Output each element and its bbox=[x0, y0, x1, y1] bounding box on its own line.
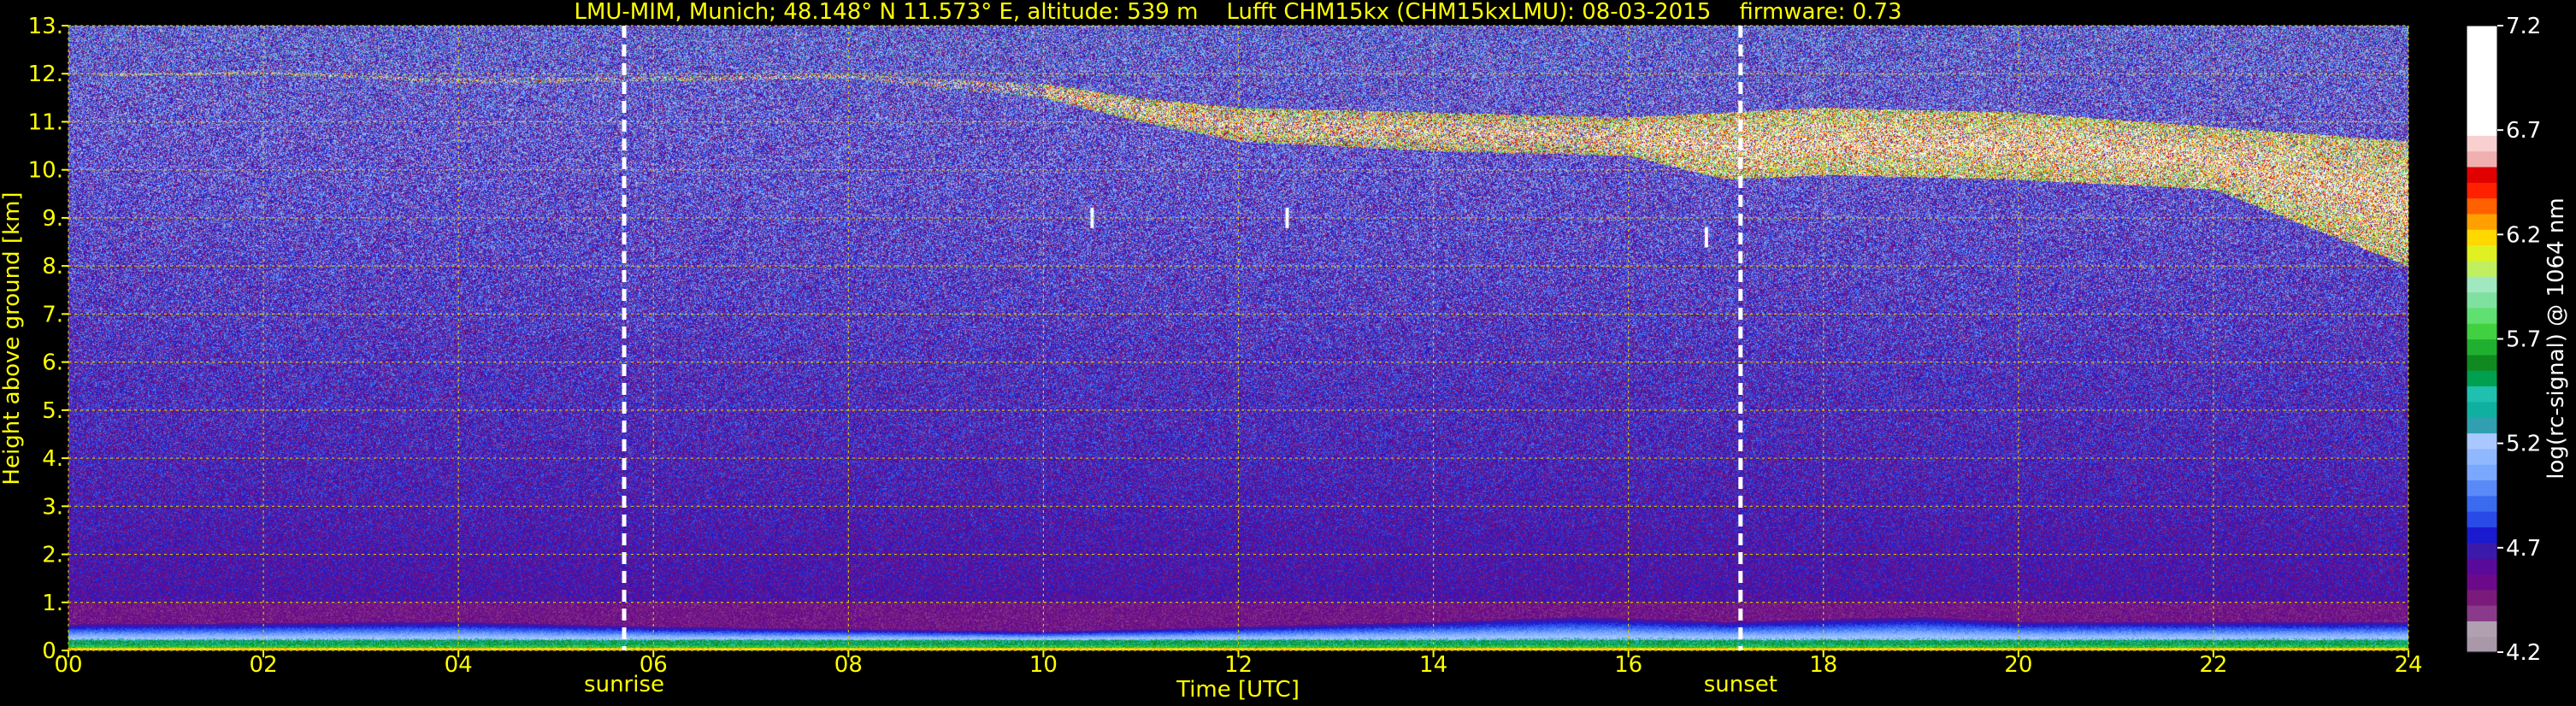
y-tick-label: 5. bbox=[42, 398, 63, 424]
x-tick-label: 18 bbox=[1809, 652, 1837, 678]
colorbar-segment bbox=[2467, 511, 2497, 527]
colorbar-segment bbox=[2467, 574, 2497, 591]
colorbar-segment bbox=[2467, 621, 2497, 638]
colorbar-segment bbox=[2467, 41, 2497, 58]
colorbar-segment bbox=[2467, 103, 2497, 121]
sun-markers: sunrise sunset bbox=[584, 26, 1777, 697]
x-tick-label: 16 bbox=[1614, 652, 1642, 678]
y-axis-label: Height above ground [km] bbox=[0, 191, 25, 485]
colorbar-segment bbox=[2467, 229, 2497, 246]
y-tick-label: 6. bbox=[42, 350, 63, 376]
colorbar-segment bbox=[2467, 291, 2497, 309]
colorbar-segment bbox=[2467, 213, 2497, 230]
ceilometer-figure: LMU-MIM, Munich; 48.148° N 11.573° E, al… bbox=[0, 0, 2576, 706]
colorbar-segment bbox=[2467, 307, 2497, 324]
y-tick-label: 10. bbox=[28, 158, 63, 184]
colorbar-label: log(rc-signal) @ 1064 nm bbox=[2544, 197, 2569, 479]
x-tick-label: 10 bbox=[1029, 652, 1058, 678]
grid-lines bbox=[68, 25, 2409, 651]
y-tick-label: 8. bbox=[42, 254, 63, 279]
colorbar-segment bbox=[2467, 72, 2497, 89]
colorbar-segment bbox=[2467, 464, 2497, 481]
colorbar-segment bbox=[2467, 558, 2497, 574]
marker-label-sunset: sunset bbox=[1704, 672, 1777, 697]
colorbar-tick-label: 6.2 bbox=[2506, 222, 2541, 248]
colorbar-segment bbox=[2467, 182, 2497, 199]
x-tick-label: 24 bbox=[2394, 652, 2422, 678]
colorbar-segment bbox=[2467, 244, 2497, 262]
colorbar-tick-label: 6.7 bbox=[2506, 118, 2541, 144]
colorbar-segment bbox=[2467, 495, 2497, 512]
colorbar-segment bbox=[2467, 260, 2497, 277]
colorbar-segment bbox=[2467, 323, 2497, 340]
colorbar-ticks: 7.2 6.7 6.2 5.7 5.2 4.7 4.2 bbox=[2497, 14, 2541, 666]
y-tick-label: 4. bbox=[42, 446, 63, 472]
colorbar-segment bbox=[2467, 354, 2497, 371]
y-tick-label: 1. bbox=[42, 591, 63, 616]
colorbar-segment bbox=[2467, 417, 2497, 434]
x-axis-ticks: 00 02 04 06 08 10 12 14 16 18 20 22 24 bbox=[54, 650, 2423, 678]
colorbar-tick-label: 4.2 bbox=[2506, 640, 2541, 666]
x-tick-label: 22 bbox=[2199, 652, 2227, 678]
x-tick-label: 06 bbox=[640, 652, 668, 678]
colorbar-segment bbox=[2467, 589, 2497, 606]
colorbar bbox=[2466, 25, 2498, 653]
colorbar-segment bbox=[2467, 276, 2497, 293]
colorbar-segment bbox=[2467, 166, 2497, 183]
y-tick-label: 13. bbox=[28, 14, 63, 39]
y-tick-label: 0. bbox=[42, 638, 63, 664]
x-tick-label: 02 bbox=[250, 652, 278, 678]
colorbar-segment bbox=[2467, 197, 2497, 215]
colorbar-segment bbox=[2467, 401, 2497, 418]
colorbar-tick-label: 5.2 bbox=[2506, 432, 2541, 457]
x-axis-label: Time [UTC] bbox=[1176, 677, 1300, 703]
x-tick-label: 08 bbox=[834, 652, 863, 678]
chart-overlay: LMU-MIM, Munich; 48.148° N 11.573° E, al… bbox=[0, 0, 2569, 703]
y-tick-label: 12. bbox=[28, 62, 63, 87]
colorbar-tick-label: 7.2 bbox=[2506, 14, 2541, 39]
chart-title: LMU-MIM, Munich; 48.148° N 11.573° E, al… bbox=[574, 0, 1901, 25]
colorbar-segment bbox=[2467, 338, 2497, 356]
colorbar-segment bbox=[2467, 636, 2497, 653]
x-tick-label: 12 bbox=[1224, 652, 1253, 678]
colorbar-segment bbox=[2467, 479, 2497, 497]
colorbar-tick-label: 4.7 bbox=[2506, 536, 2541, 562]
y-tick-label: 2. bbox=[42, 543, 63, 568]
y-tick-label: 3. bbox=[42, 494, 63, 520]
colorbar-segment bbox=[2467, 385, 2497, 403]
colorbar-segment bbox=[2467, 432, 2497, 450]
y-tick-label: 9. bbox=[42, 206, 63, 232]
colorbar-segment bbox=[2467, 56, 2497, 74]
colorbar-segment bbox=[2467, 135, 2497, 152]
y-tick-label: 7. bbox=[42, 302, 63, 327]
y-tick-label: 11. bbox=[28, 109, 63, 135]
colorbar-segment bbox=[2467, 542, 2497, 559]
x-tick-label: 20 bbox=[2004, 652, 2032, 678]
colorbar-segment bbox=[2467, 150, 2497, 168]
colorbar-segment bbox=[2467, 370, 2497, 387]
colorbar-segment bbox=[2467, 527, 2497, 544]
colorbar-segment bbox=[2467, 88, 2497, 105]
x-tick-label: 14 bbox=[1419, 652, 1447, 678]
colorbar-segment bbox=[2467, 448, 2497, 465]
colorbar-segment bbox=[2467, 605, 2497, 621]
y-axis-ticks: 0. 1. 2. 3. 4. 5. 6. 7. 8. 9. 10. 11. 12. 13. bbox=[28, 14, 68, 664]
colorbar-segment bbox=[2467, 26, 2497, 42]
colorbar-segment bbox=[2467, 119, 2497, 136]
x-tick-label: 04 bbox=[445, 652, 473, 678]
colorbar-tick-label: 5.7 bbox=[2506, 327, 2541, 353]
